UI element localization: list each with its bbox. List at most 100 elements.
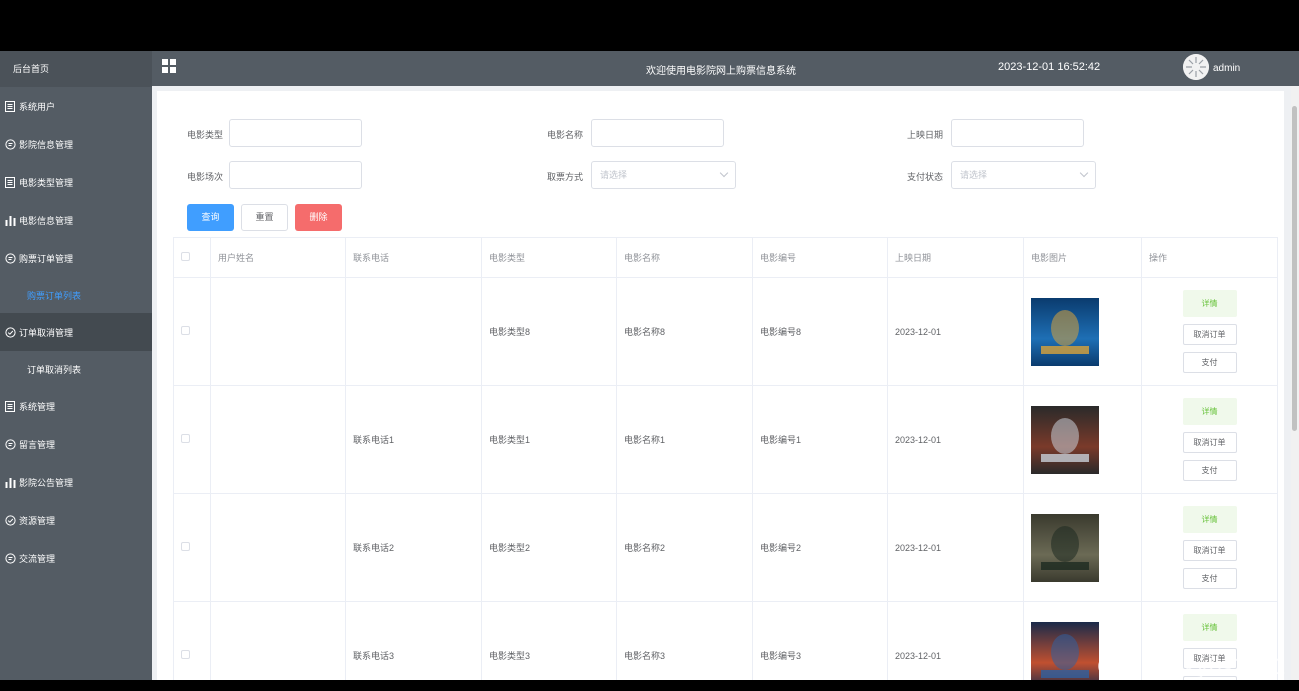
header-datetime: 2023-12-01 16:52:42 <box>998 61 1101 73</box>
release-date-cell: 2023-12-01 <box>887 385 1024 494</box>
sidebar-item-label: 资源管理 <box>19 515 56 526</box>
table-row[interactable]: 电影类型8 电影名称8 电影编号8 2023-12-01 详情 取消订单 支付 <box>173 277 1278 386</box>
user-name-cell <box>210 277 346 386</box>
actions-cell: 详情取消订单支付 <box>1141 493 1278 602</box>
sidebar-item-label: 系统管理 <box>19 401 56 412</box>
row-select-cell[interactable] <box>173 385 211 494</box>
release-date-cell: 2023-12-01 <box>887 277 1024 386</box>
document-icon <box>4 400 16 412</box>
column-header: 用户姓名 <box>210 237 346 278</box>
detail-button[interactable]: 详情 <box>1182 614 1237 641</box>
row-checkbox[interactable] <box>181 650 190 659</box>
row-select-cell[interactable] <box>173 601 211 680</box>
row-actions: 详情取消订单支付 <box>1142 398 1277 481</box>
movie-poster-cell <box>1023 385 1142 494</box>
row-select-cell[interactable] <box>173 277 211 386</box>
sidebar-item[interactable]: 购票订单管理 <box>0 239 152 277</box>
sidebar-item[interactable]: 交流管理 <box>0 539 152 577</box>
filter-session-label: 电影场次 <box>186 172 223 182</box>
sidebar-item-label: 影院公告管理 <box>19 477 74 488</box>
avatar[interactable] <box>1183 54 1209 80</box>
movie-code-cell: 电影编号1 <box>752 385 888 494</box>
pay-button[interactable]: 支付 <box>1182 568 1237 589</box>
sidebar-item-label: 留言管理 <box>19 439 56 450</box>
sidebar-item[interactable]: 电影信息管理 <box>0 201 152 239</box>
chevron-down-icon <box>719 168 729 178</box>
phone-cell <box>345 277 482 386</box>
pickup-placeholder: 请选择 <box>600 170 628 180</box>
cancel-order-button[interactable]: 取消订单 <box>1182 324 1237 345</box>
column-header: 联系电话 <box>345 237 482 278</box>
session-input[interactable] <box>229 161 362 189</box>
sidebar-item-label: 交流管理 <box>19 553 56 564</box>
cancel-order-button[interactable]: 取消订单 <box>1182 432 1237 453</box>
scrollbar-thumb[interactable] <box>1292 106 1297 431</box>
column-header: 电影类型 <box>481 237 617 278</box>
sidebar-subitem[interactable]: 订单取消列表 <box>0 351 152 387</box>
select-all-cell[interactable] <box>173 237 211 278</box>
select-all-checkbox[interactable] <box>181 252 190 261</box>
reset-button[interactable]: 重置 <box>241 204 288 231</box>
bottom-black-bar <box>0 680 1299 691</box>
sidebar-item[interactable]: 影院公告管理 <box>0 463 152 501</box>
row-checkbox[interactable] <box>181 542 190 551</box>
sidebar-home[interactable]: 后台首页 <box>0 51 152 87</box>
detail-button[interactable]: 详情 <box>1182 398 1237 425</box>
cancel-order-button[interactable]: 取消订单 <box>1182 540 1237 561</box>
sidebar: 后台首页 系统用户 影院信息管理 电影类型管理 电影信息管理 购票订单管理 购票订单列表订… <box>0 51 152 680</box>
sidebar-item-label: 影院信息管理 <box>19 139 74 150</box>
sidebar-item[interactable]: 系统管理 <box>0 387 152 425</box>
pay-button[interactable]: 支付 <box>1182 460 1237 481</box>
sidebar-item[interactable]: 留言管理 <box>0 425 152 463</box>
filter-movie-type-label: 电影类型 <box>186 130 223 140</box>
actions-cell: 详情取消订单支付 <box>1141 277 1278 386</box>
table-row[interactable]: 联系电话1 电影类型1 电影名称1 电影编号1 2023-12-01 详情取消订单支付 <box>173 385 1278 494</box>
movie-type-cell: 电影类型3 <box>481 601 617 680</box>
sidebar-item[interactable]: 系统用户 <box>0 87 152 125</box>
phone-cell: 联系电话2 <box>345 493 482 602</box>
chat-bubble-icon <box>4 552 16 564</box>
pay-button[interactable]: 支付 <box>1182 352 1237 373</box>
content-panel: 电影类型 电影名称 上映日期 电影场次 取票方式 请选择 支付状态 请选择 查询… <box>157 91 1284 680</box>
query-button[interactable]: 查询 <box>187 204 234 231</box>
column-header: 电影编号 <box>752 237 888 278</box>
movie-name-cell: 电影名称8 <box>616 277 753 386</box>
header-title: 欢迎使用电影院网上购票信息系统 <box>646 66 796 77</box>
movie-name-input[interactable] <box>591 119 724 147</box>
grid-menu-icon[interactable] <box>162 59 177 74</box>
phone-cell: 联系电话1 <box>345 385 482 494</box>
table-row[interactable]: 联系电话2 电影类型2 电影名称2 电影编号2 2023-12-01 详情 取消订单 支付 <box>173 493 1278 602</box>
filter-movie-name-label: 电影名称 <box>546 130 583 140</box>
delete-button[interactable]: 删除 <box>295 204 342 231</box>
movie-type-cell: 电影类型8 <box>481 277 617 386</box>
release-date-input[interactable] <box>951 119 1084 147</box>
chat-bubble-icon <box>4 438 16 450</box>
row-checkbox[interactable] <box>181 434 190 443</box>
sidebar-item[interactable]: 订单取消管理 <box>0 313 152 351</box>
sidebar-item[interactable]: 电影类型管理 <box>0 163 152 201</box>
row-checkbox[interactable] <box>181 326 190 335</box>
movie-code-cell: 电影编号3 <box>752 601 888 680</box>
pickup-select[interactable]: 请选择 <box>591 161 736 189</box>
sidebar-item-label: 电影信息管理 <box>19 215 74 226</box>
check-circle-icon <box>4 514 16 526</box>
sidebar-item[interactable]: 影院信息管理 <box>0 125 152 163</box>
sidebar-subitem[interactable]: 购票订单列表 <box>0 277 152 313</box>
chevron-down-icon <box>1079 168 1089 178</box>
detail-button[interactable]: 详情 <box>1182 290 1237 317</box>
detail-button[interactable]: 详情 <box>1182 506 1237 533</box>
column-header: 操作 <box>1141 237 1278 278</box>
header-username[interactable]: admin <box>1213 63 1240 74</box>
document-icon <box>4 176 16 188</box>
pay-status-placeholder: 请选择 <box>960 170 988 180</box>
sidebar-item-label: 订单取消管理 <box>19 327 74 338</box>
column-header: 上映日期 <box>887 237 1024 278</box>
movie-type-cell: 电影类型1 <box>481 385 617 494</box>
movie-type-input[interactable] <box>229 119 362 147</box>
movie-name-cell: 电影名称3 <box>616 601 753 680</box>
movie-name-cell: 电影名称1 <box>616 385 753 494</box>
row-select-cell[interactable] <box>173 493 211 602</box>
pay-status-select[interactable]: 请选择 <box>951 161 1096 189</box>
check-circle-icon <box>4 326 16 338</box>
sidebar-item[interactable]: 资源管理 <box>0 501 152 539</box>
